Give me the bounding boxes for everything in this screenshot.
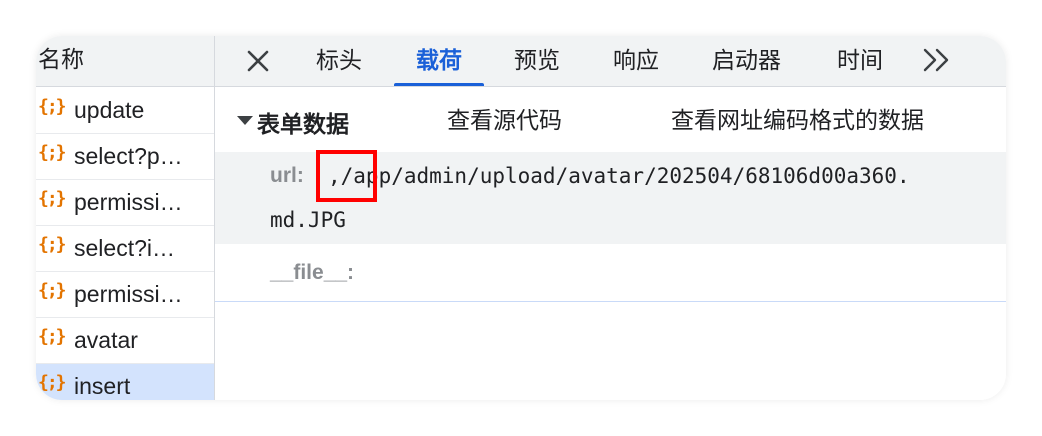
- tab-initiator[interactable]: 启动器: [712, 36, 781, 86]
- request-item-label: permissi…: [74, 189, 183, 215]
- field-value-url-continued[interactable]: md.JPG: [270, 205, 346, 235]
- json-file-icon: {;}: [38, 234, 66, 255]
- form-data-toggle[interactable]: 表单数据: [237, 105, 349, 137]
- more-tabs-chevron-icon[interactable]: [921, 42, 953, 78]
- request-item-select-i[interactable]: {;} select?i…: [36, 226, 214, 272]
- form-field-file: __file__:: [215, 244, 1006, 302]
- request-detail-panel: 标头 载荷 预览 响应 启动器 时间 表单数据 查看源代码 查看网址编码格式的数…: [215, 36, 1006, 400]
- annotation-highlight-box: [316, 150, 377, 202]
- request-item-label: avatar: [74, 327, 138, 353]
- json-file-icon: {;}: [38, 280, 66, 301]
- field-key-file: __file__:: [270, 261, 355, 284]
- json-file-icon: {;}: [38, 326, 66, 347]
- request-item-label: update: [74, 97, 145, 123]
- tab-payload[interactable]: 载荷: [394, 36, 484, 86]
- request-item-avatar[interactable]: {;} avatar: [36, 318, 214, 364]
- request-item-permission-1[interactable]: {;} permissi…: [36, 180, 214, 226]
- tab-response[interactable]: 响应: [613, 36, 659, 86]
- request-item-label: select?i…: [74, 235, 175, 261]
- request-list-panel: 名称 {;} update {;} select?p… {;} permissi…: [36, 36, 215, 400]
- view-url-encoded-link[interactable]: 查看网址编码格式的数据: [671, 105, 924, 135]
- json-file-icon: {;}: [38, 142, 66, 163]
- view-source-link[interactable]: 查看源代码: [447, 105, 562, 135]
- request-item-label: insert: [74, 373, 131, 399]
- form-data-title: 表单数据: [257, 111, 349, 137]
- tab-preview[interactable]: 预览: [514, 36, 560, 86]
- request-item-label: select?p…: [74, 143, 183, 169]
- json-file-icon: {;}: [38, 188, 66, 209]
- request-item-label: permissi…: [74, 281, 183, 307]
- devtools-window: 名称 {;} update {;} select?p… {;} permissi…: [36, 36, 1006, 400]
- form-data-section-header: 表单数据 查看源代码 查看网址编码格式的数据: [215, 87, 1006, 151]
- json-file-icon: {;}: [38, 96, 66, 117]
- tab-timing[interactable]: 时间: [837, 36, 883, 86]
- name-column-header[interactable]: 名称: [38, 44, 84, 74]
- tab-headers[interactable]: 标头: [316, 36, 362, 86]
- field-key-url: url:: [270, 164, 304, 187]
- request-item-permission-2[interactable]: {;} permissi…: [36, 272, 214, 318]
- request-item-insert[interactable]: {;} insert: [36, 364, 214, 400]
- request-list-header: 名称: [36, 36, 214, 87]
- field-value-url[interactable]: ,/app/admin/upload/avatar/202504/68106d0…: [328, 161, 910, 191]
- request-item-select-p[interactable]: {;} select?p…: [36, 134, 214, 180]
- request-item-update[interactable]: {;} update: [36, 88, 214, 134]
- close-icon[interactable]: [243, 46, 273, 76]
- collapse-triangle-icon: [237, 116, 253, 125]
- request-list: {;} update {;} select?p… {;} permissi… {…: [36, 88, 214, 400]
- detail-tab-bar: 标头 载荷 预览 响应 启动器 时间: [215, 36, 1006, 87]
- json-file-icon: {;}: [38, 372, 66, 393]
